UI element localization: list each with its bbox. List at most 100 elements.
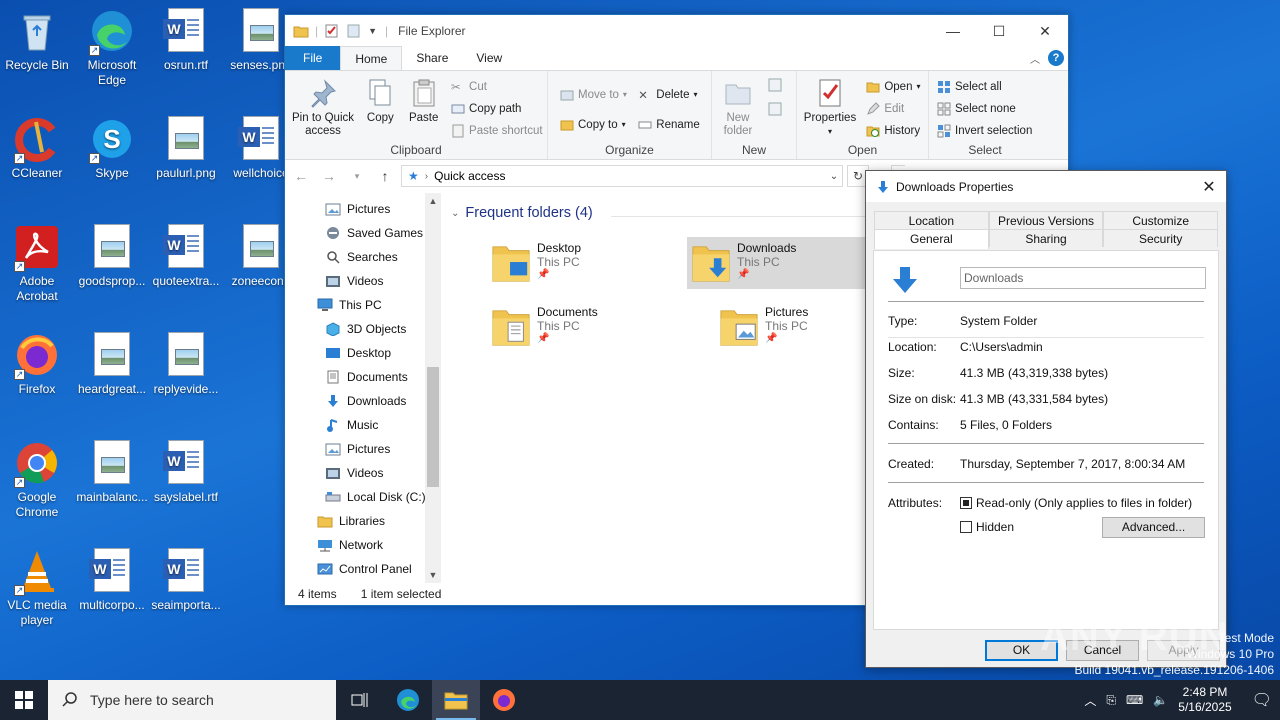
folder-tile-desktop[interactable]: Desktop This PC 📌 [487, 237, 687, 289]
task-view-button[interactable] [336, 680, 384, 720]
select-none-button[interactable]: Select none [937, 99, 1032, 118]
folder-tile-documents[interactable]: Documents This PC 📌 [487, 301, 687, 353]
address-bar[interactable]: ★ › Quick access ⌄ [401, 165, 843, 187]
taskbar-file-explorer[interactable] [432, 680, 480, 720]
desktop-icon-word[interactable]: Wseaimporta... [148, 548, 224, 613]
folder-tile-downloads[interactable]: Downloads This PC 📌 [687, 237, 867, 289]
tab-view[interactable]: View [462, 46, 516, 70]
nav-item-saved-games[interactable]: Saved Games [285, 221, 441, 245]
move-to-button[interactable]: Move to ▾ [560, 85, 627, 104]
nav-item-this-pc[interactable]: This PC [285, 293, 441, 317]
collapse-ribbon-icon[interactable]: ︿ [1030, 51, 1040, 66]
desktop-icon-word[interactable]: Wmulticorpo... [74, 548, 150, 613]
desktop-icon-image[interactable]: replyevide... [148, 332, 224, 397]
open-button[interactable]: Open ▾ [866, 77, 921, 96]
back-button[interactable]: ← [289, 168, 313, 184]
easy-access-icon[interactable] [767, 101, 789, 119]
tab-home[interactable]: Home [340, 46, 403, 70]
copy-to-button[interactable]: Copy to ▾ [560, 115, 627, 134]
maximize-button[interactable]: ☐ [976, 16, 1022, 46]
scroll-up-icon[interactable]: ▲ [425, 193, 441, 209]
cut-button[interactable]: ✂ Cut [451, 77, 543, 96]
hidden-checkbox[interactable]: Hidden [960, 520, 1014, 534]
frequent-folders-header[interactable]: ⌄ Frequent folders (4) [451, 205, 593, 221]
nav-item-local-disk-c[interactable]: Local Disk (C:) [285, 485, 441, 509]
scroll-down-icon[interactable]: ▼ [425, 567, 441, 583]
nav-item-pictures[interactable]: Pictures [285, 197, 441, 221]
nav-item-music[interactable]: Music [285, 413, 441, 437]
address-dropdown-icon[interactable]: ⌄ [826, 171, 842, 182]
new-folder-small-icon[interactable] [346, 24, 362, 38]
clock[interactable]: 2:48 PM 5/16/2025 [1178, 685, 1231, 715]
tab-security[interactable]: Security [1103, 229, 1219, 247]
up-button[interactable]: ↑ [373, 168, 397, 184]
taskbar-edge[interactable] [384, 680, 432, 720]
tab-share[interactable]: Share [402, 46, 462, 70]
desktop-icon-chrome[interactable]: ↗ Google Chrome [0, 440, 75, 520]
pin-quick-access-button[interactable]: Pin to Quick access [291, 75, 355, 138]
properties-button[interactable]: Properties ▾ [803, 75, 857, 138]
close-button[interactable]: ✕ [1022, 16, 1068, 46]
usb-icon[interactable]: ⎘ [1106, 693, 1116, 708]
nav-item-control-panel[interactable]: Control Panel [285, 557, 441, 581]
nav-item-downloads[interactable]: Downloads [285, 389, 441, 413]
close-dialog-button[interactable]: ✕ [1192, 177, 1226, 197]
taskbar-firefox[interactable] [480, 680, 528, 720]
desktop-icon-image[interactable]: heardgreat... [74, 332, 150, 397]
desktop-icon-edge[interactable]: ↗ Microsoft Edge [74, 8, 150, 88]
paste-button[interactable]: Paste [406, 75, 442, 125]
desktop-icon-skype[interactable]: S ↗ Skype [74, 116, 150, 181]
help-icon[interactable]: ? [1048, 50, 1064, 66]
desktop-icon-word[interactable]: Wsayslabel.rtf [148, 440, 224, 505]
tab-sharing[interactable]: Sharing [988, 229, 1104, 247]
nav-item-videos[interactable]: Videos [285, 461, 441, 485]
paste-shortcut-button[interactable]: Paste shortcut [451, 121, 543, 140]
history-button[interactable]: History [866, 121, 920, 140]
tab-customize[interactable]: Customize [1103, 211, 1219, 229]
advanced-button[interactable]: Advanced... [1102, 517, 1205, 538]
tab-file[interactable]: File [285, 46, 341, 70]
folder-name-field[interactable]: Downloads [960, 267, 1206, 289]
scroll-thumb[interactable] [427, 367, 439, 487]
taskbar-search[interactable]: Type here to search [48, 680, 336, 720]
nav-item-network[interactable]: Network [285, 533, 441, 557]
nav-item-3d-objects[interactable]: 3D Objects [285, 317, 441, 341]
readonly-checkbox[interactable]: Read-only (Only applies to files in fold… [960, 496, 1192, 510]
chevron-up-icon[interactable]: ︿ [1084, 692, 1096, 709]
desktop-icon-word[interactable]: Wosrun.rtf [148, 8, 224, 73]
readonly-check-box[interactable] [960, 497, 972, 509]
desktop-icon-image[interactable]: mainbalanc... [74, 440, 150, 505]
copy-path-button[interactable]: Copy path [451, 99, 543, 118]
rename-button[interactable]: Rename [638, 115, 700, 134]
qat-dropdown-icon[interactable]: ▼ [368, 26, 377, 36]
forward-button[interactable]: → [317, 168, 341, 184]
delete-button[interactable]: ✕ Delete ▾ [638, 85, 699, 104]
nav-item-searches[interactable]: Searches [285, 245, 441, 269]
copy-button[interactable]: Copy [362, 75, 398, 125]
new-folder-button[interactable]: New folder [718, 75, 758, 138]
nav-item-documents[interactable]: Documents [285, 365, 441, 389]
tab-location[interactable]: Location [874, 211, 989, 229]
edit-button[interactable]: Edit [866, 99, 920, 118]
nav-scrollbar[interactable]: ▲ ▼ [425, 193, 441, 583]
desktop-icon-image[interactable]: paulurl.png [148, 116, 224, 181]
desktop-icon-recycle[interactable]: Recycle Bin [0, 8, 75, 73]
nav-item-desktop[interactable]: Desktop [285, 341, 441, 365]
start-button[interactable] [0, 680, 48, 720]
recent-locations-icon[interactable]: ▾ [345, 171, 369, 182]
properties-check-icon[interactable] [324, 24, 340, 38]
network-icon[interactable]: ⌨ [1126, 693, 1143, 707]
nav-item-pictures[interactable]: Pictures [285, 437, 441, 461]
new-item-icon[interactable] [767, 77, 789, 95]
tab-previous-versions[interactable]: Previous Versions [988, 211, 1104, 229]
desktop-icon-word[interactable]: Wquoteextra... [148, 224, 224, 289]
hidden-check-box[interactable] [960, 521, 972, 533]
desktop-icon-ccleaner[interactable]: ↗ CCleaner [0, 116, 75, 181]
nav-item-libraries[interactable]: Libraries [285, 509, 441, 533]
minimize-button[interactable]: — [930, 16, 976, 46]
desktop-icon-vlc[interactable]: ↗ VLC media player [0, 548, 75, 628]
desktop-icon-firefox[interactable]: ↗ Firefox [0, 332, 75, 397]
invert-selection-button[interactable]: Invert selection [937, 121, 1032, 140]
volume-icon[interactable]: 🔈 [1153, 693, 1168, 707]
nav-item-videos[interactable]: Videos [285, 269, 441, 293]
